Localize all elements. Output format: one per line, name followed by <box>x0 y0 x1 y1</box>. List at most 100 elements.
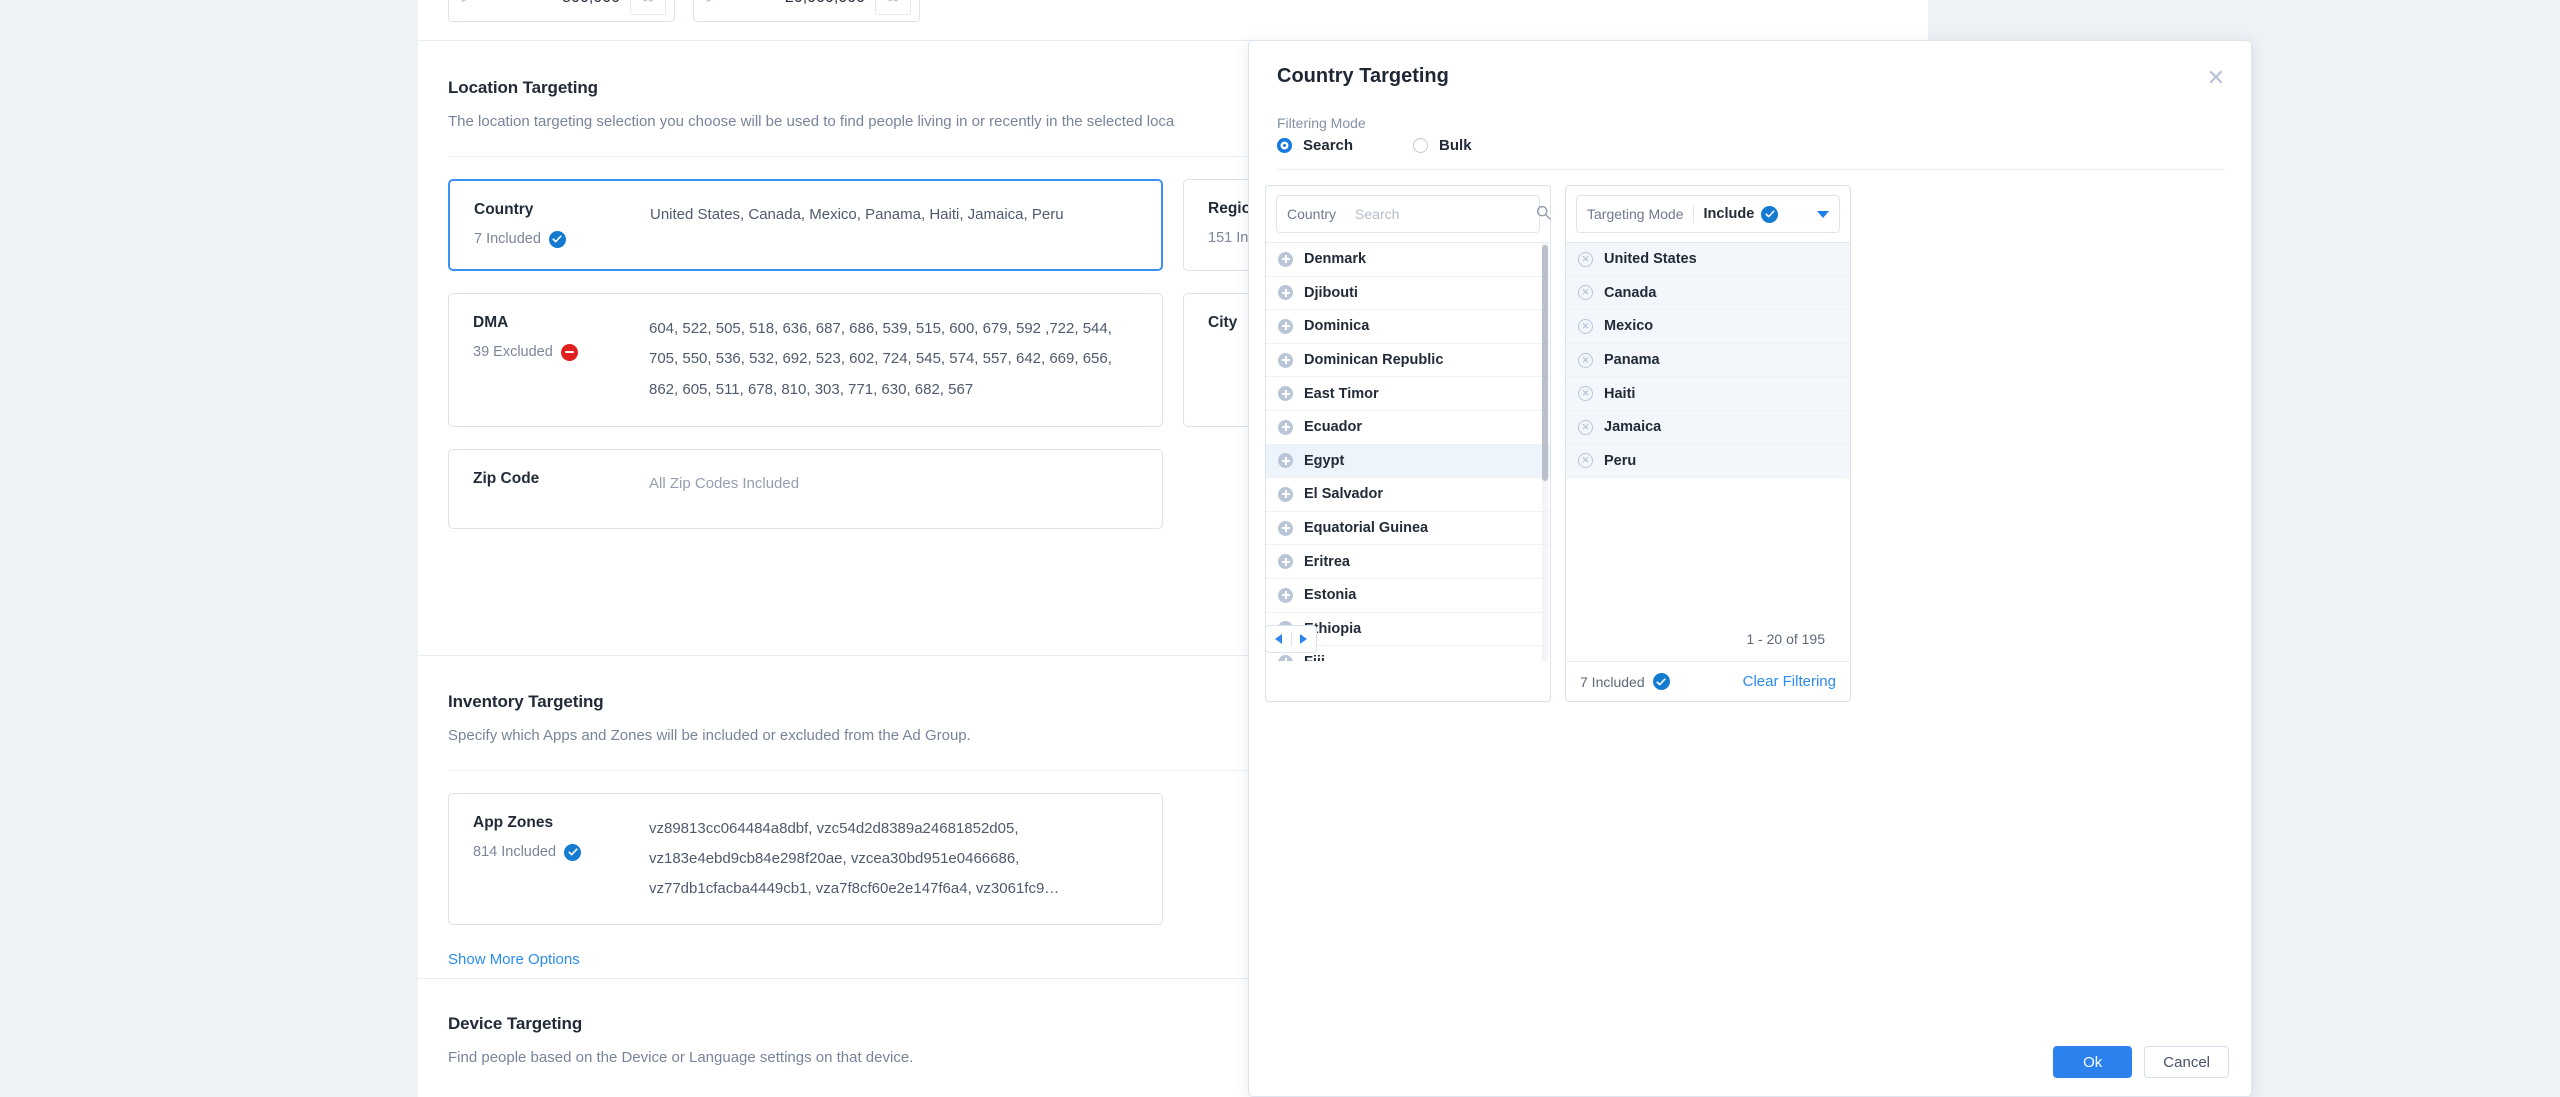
card-title: Country <box>474 200 534 218</box>
budget-range-inputs: > 500,000 ∞ > 20,000,000 ∞ <box>448 0 920 22</box>
list-item[interactable]: Djibouti <box>1266 276 1550 311</box>
targeting-card-app-zones[interactable]: App Zones 814 Included vz89813cc064484a8… <box>448 792 1163 925</box>
list-item[interactable]: ✕ Peru <box>1566 444 1850 479</box>
list-item[interactable]: Eritrea <box>1266 545 1550 579</box>
list-item-label: Dominica <box>1304 318 1370 335</box>
selected-count-label: 7 Included <box>1580 673 1645 690</box>
remove-icon[interactable]: ✕ <box>1578 285 1593 301</box>
cancel-button[interactable]: Cancel <box>2144 1046 2229 1078</box>
budget-min-prefix: > <box>461 0 470 7</box>
pagination-controls <box>1265 625 1317 653</box>
pagination-row: 1 - 20 of 195 <box>1265 625 1825 653</box>
include-check-icon <box>548 230 566 248</box>
add-icon[interactable] <box>1278 654 1293 661</box>
radio-unselected-icon[interactable] <box>1413 138 1429 153</box>
list-item-label: Eritrea <box>1304 553 1350 570</box>
budget-max-value: 20,000,000 <box>715 0 875 7</box>
selected-country-list[interactable]: ✕ United States ✕ Canada ✕ Mexico ✕ Panama ✕ Hait… <box>1566 243 1850 661</box>
radio-option-bulk[interactable]: Bulk <box>1413 137 1472 154</box>
remove-icon[interactable]: ✕ <box>1578 419 1593 435</box>
add-icon[interactable] <box>1278 251 1293 267</box>
left-rail <box>0 0 418 1097</box>
list-item-label: Egypt <box>1304 452 1345 469</box>
card-title: DMA <box>473 313 509 331</box>
list-item[interactable]: ✕ Mexico <box>1566 310 1850 344</box>
filtering-mode-label: Filtering Mode <box>1277 115 1366 131</box>
remove-icon[interactable]: ✕ <box>1578 352 1593 368</box>
dialog-divider <box>1277 169 2225 170</box>
list-item[interactable]: ✕ United States <box>1566 243 1850 277</box>
list-item-label: Jamaica <box>1604 419 1662 436</box>
add-icon[interactable] <box>1278 486 1293 502</box>
country-targeting-dialog: Country Targeting ✕ Filtering Mode Searc… <box>1248 40 2252 1097</box>
remove-icon[interactable]: ✕ <box>1578 318 1593 334</box>
radio-option-search[interactable]: Search <box>1277 137 1353 154</box>
budget-max-field[interactable]: > 20,000,000 ∞ <box>693 0 920 22</box>
list-item[interactable]: ✕ Canada <box>1566 276 1850 311</box>
targeting-mode-tag: Targeting Mode <box>1587 206 1684 222</box>
remove-icon[interactable]: ✕ <box>1578 386 1593 402</box>
pagination-range-label: 1 - 20 of 195 <box>1746 631 1825 647</box>
infinity-icon[interactable]: ∞ <box>875 0 911 15</box>
clear-filtering-link[interactable]: Clear Filtering <box>1743 673 1836 690</box>
list-item[interactable]: Denmark <box>1266 243 1550 277</box>
list-item-label: Djibouti <box>1304 284 1358 301</box>
list-item[interactable]: Estonia <box>1266 578 1550 613</box>
add-icon[interactable] <box>1278 285 1293 301</box>
list-item-label: Equatorial Guinea <box>1304 520 1429 537</box>
prev-page-button[interactable] <box>1266 626 1291 652</box>
add-icon[interactable] <box>1278 587 1293 603</box>
list-item-label: Canada <box>1604 284 1657 301</box>
app-screen: > 500,000 ∞ > 20,000,000 ∞ Location Targ… <box>0 0 2560 1097</box>
list-item[interactable]: ✕ Haiti <box>1566 377 1850 411</box>
remove-icon[interactable]: ✕ <box>1578 453 1593 469</box>
add-icon[interactable] <box>1278 554 1293 570</box>
add-icon[interactable] <box>1278 453 1293 469</box>
add-icon[interactable] <box>1278 520 1293 536</box>
add-icon[interactable] <box>1278 318 1293 334</box>
budget-min-field[interactable]: > 500,000 ∞ <box>448 0 675 22</box>
card-count: 39 Excluded <box>473 343 649 361</box>
ok-button[interactable]: Ok <box>2053 1046 2133 1078</box>
infinity-icon[interactable]: ∞ <box>630 0 666 15</box>
dialog-actions: Ok Cancel <box>2053 1046 2229 1078</box>
search-field-tag: Country <box>1287 206 1337 222</box>
card-title: Zip Code <box>473 469 540 487</box>
dialog-title: Country Targeting <box>1277 65 1449 87</box>
list-item[interactable]: El Salvador <box>1266 478 1550 512</box>
radio-label: Bulk <box>1439 137 1472 154</box>
scrollbar-thumb[interactable] <box>1542 245 1548 481</box>
search-icon[interactable] <box>1536 205 1551 224</box>
selected-count: 7 Included <box>1580 673 1670 690</box>
add-icon[interactable] <box>1278 386 1293 402</box>
list-item[interactable]: Egypt <box>1266 444 1550 479</box>
targeting-mode-select[interactable]: Targeting Mode Include <box>1576 195 1840 233</box>
remove-icon[interactable]: ✕ <box>1578 251 1593 267</box>
card-count-label: 39 Excluded <box>473 344 553 360</box>
available-country-list[interactable]: Denmark Djibouti Dominica Dominican Republi… <box>1266 243 1550 661</box>
close-icon[interactable]: ✕ <box>2201 63 2231 93</box>
targeting-card-country[interactable]: Country 7 Included United States, Canada… <box>448 178 1163 271</box>
show-more-options-link[interactable]: Show More Options <box>448 951 580 968</box>
list-item[interactable]: Equatorial Guinea <box>1266 511 1550 546</box>
chevron-down-icon[interactable] <box>1817 210 1829 218</box>
targeting-card-dma[interactable]: DMA 39 Excluded 604, 522, 505, 518, 636,… <box>448 292 1163 427</box>
list-item[interactable]: ✕ Panama <box>1566 343 1850 378</box>
list-item-label: El Salvador <box>1304 486 1383 503</box>
budget-min-value: 500,000 <box>470 0 630 7</box>
add-icon[interactable] <box>1278 419 1293 435</box>
search-input[interactable] <box>1345 206 1537 222</box>
add-icon[interactable] <box>1278 352 1293 368</box>
list-item[interactable]: Dominican Republic <box>1266 343 1550 378</box>
card-count-label: 7 Included <box>474 231 541 247</box>
list-item[interactable]: ✕ Jamaica <box>1566 410 1850 445</box>
list-item-label: Haiti <box>1604 385 1636 402</box>
targeting-card-zipcode[interactable]: Zip Code All Zip Codes Included <box>448 448 1163 529</box>
country-search-field[interactable]: Country <box>1276 195 1551 233</box>
next-page-button[interactable] <box>1292 626 1317 652</box>
list-item[interactable]: East Timor <box>1266 377 1550 411</box>
card-count: 7 Included <box>474 230 650 248</box>
list-item[interactable]: Ecuador <box>1266 410 1550 445</box>
list-item[interactable]: Dominica <box>1266 310 1550 344</box>
radio-selected-icon[interactable] <box>1277 138 1292 153</box>
